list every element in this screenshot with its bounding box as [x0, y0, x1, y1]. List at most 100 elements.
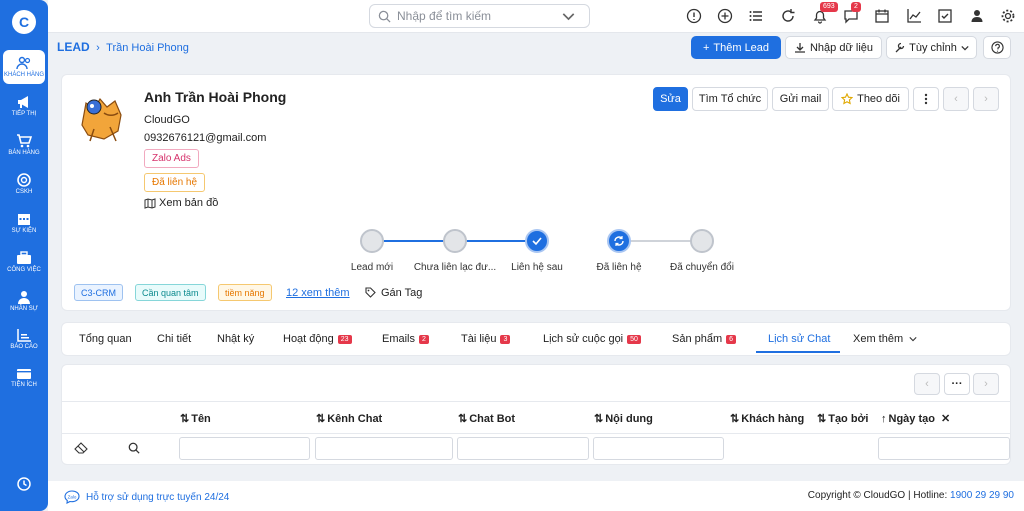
top-bar: Nhập để tìm kiếm 693 2: [48, 0, 1024, 33]
search-input[interactable]: Nhập để tìm kiếm: [397, 9, 491, 23]
notification-bell-icon[interactable]: 693: [812, 2, 838, 24]
breadcrumb: LEAD › Trần Hoài Phong: [57, 40, 189, 54]
assign-tag-button[interactable]: Gán Tag: [359, 284, 428, 301]
pipeline-stage-3[interactable]: [525, 229, 549, 253]
wrench-icon: [895, 42, 905, 53]
add-lead-button[interactable]: + Thêm Lead: [691, 36, 781, 59]
next-record-button[interactable]: ›: [973, 87, 999, 111]
follow-button[interactable]: Theo dõi: [832, 87, 909, 111]
tab-details[interactable]: Chi tiết: [157, 333, 191, 345]
tab-emails[interactable]: Emails 2: [382, 333, 429, 345]
crm-tag[interactable]: tiềm năng: [218, 284, 272, 301]
column-header-customer[interactable]: ⇅ Khách hàng: [730, 412, 804, 426]
more-options-button[interactable]: [913, 87, 939, 111]
app-logo[interactable]: C: [12, 10, 36, 34]
sidebar-item-tasks[interactable]: CÔNG VIỆC: [3, 245, 45, 279]
edit-button[interactable]: Sửa: [653, 87, 688, 111]
clear-filter-eraser-icon[interactable]: [74, 442, 88, 457]
sidebar-history-button[interactable]: [3, 468, 45, 502]
download-icon: [794, 42, 805, 53]
tab-chat-history[interactable]: Lịch sử Chat: [768, 333, 830, 345]
tab-journal[interactable]: Nhật ký: [217, 333, 254, 345]
pipeline-stage-4[interactable]: [607, 229, 631, 253]
lead-contact[interactable]: 0932676121@gmail.com: [144, 132, 266, 144]
column-header-content[interactable]: ⇅ Nội dung: [594, 412, 653, 426]
calendar-icon[interactable]: [874, 8, 890, 24]
chevron-right-icon: ›: [984, 93, 988, 105]
help-button[interactable]: [983, 36, 1011, 59]
settings-gear-icon[interactable]: [1000, 8, 1016, 24]
global-search[interactable]: Nhập để tìm kiếm: [369, 4, 590, 28]
column-header-created-by[interactable]: ⇅ Tạo bởi: [817, 412, 868, 426]
chevron-down-icon: [909, 337, 917, 342]
sidebar-item-customers[interactable]: KHÁCH HÀNG: [3, 50, 45, 84]
tab-products[interactable]: Sản phẩm 6: [672, 333, 737, 345]
pipeline-stage-2[interactable]: [443, 229, 467, 253]
breadcrumb-root[interactable]: LEAD: [57, 40, 90, 54]
customize-button[interactable]: Tùy chỉnh: [886, 36, 977, 59]
avatar[interactable]: [74, 85, 132, 147]
lifebuoy-icon: [16, 173, 32, 187]
clear-sort-icon[interactable]: ✕: [941, 412, 950, 425]
filter-created-date-input[interactable]: [878, 437, 1010, 460]
previous-record-button[interactable]: ‹: [943, 87, 969, 111]
sidebar-item-utilities[interactable]: TIỆN ÍCH: [3, 360, 45, 394]
filter-channel-input[interactable]: [315, 437, 453, 460]
map-icon: [144, 197, 156, 209]
crm-tag[interactable]: C3-CRM: [74, 284, 123, 301]
table-options-button[interactable]: ···: [944, 373, 970, 395]
hotline-number[interactable]: 1900 29 29 90: [950, 490, 1014, 501]
send-mail-button[interactable]: Gửi mail: [772, 87, 829, 111]
tab-call-history[interactable]: Lịch sử cuộc gọi 50: [543, 333, 641, 345]
filter-name-input[interactable]: [179, 437, 310, 460]
column-header-created-date[interactable]: ↑ Ngày tạo ✕: [881, 412, 950, 426]
chevron-down-icon: [562, 12, 575, 20]
tab-overview[interactable]: Tổng quan: [79, 333, 132, 345]
chat-icon[interactable]: 2: [843, 2, 861, 24]
sort-icon: ⇅: [817, 413, 827, 425]
list-icon[interactable]: [748, 8, 764, 24]
pipeline-label: Đã liên hệ: [596, 262, 642, 273]
sort-icon: ⇅: [180, 413, 190, 425]
sidebar-item-reports[interactable]: BÁO CÁO: [3, 322, 45, 356]
column-header-name[interactable]: ⇅ Tên: [180, 412, 211, 426]
task-check-icon[interactable]: [937, 8, 953, 24]
filter-chatbot-input[interactable]: [457, 437, 589, 460]
tab-activities[interactable]: Hoạt động 23: [283, 333, 352, 345]
add-icon[interactable]: [717, 8, 733, 24]
previous-page-button[interactable]: ‹: [914, 373, 940, 395]
support-link[interactable]: Zalo Hỗ trợ sử dụng trực tuyến 24/24: [64, 490, 229, 504]
filter-search-icon[interactable]: [128, 442, 140, 457]
column-header-chatbot[interactable]: ⇅ Chat Bot: [458, 412, 515, 426]
source-tag: Zalo Ads: [144, 149, 199, 168]
import-data-button[interactable]: Nhập dữ liệu: [785, 36, 882, 59]
refresh-icon[interactable]: [780, 8, 796, 24]
filter-content-input[interactable]: [593, 437, 724, 460]
user-icon[interactable]: [969, 8, 985, 24]
view-map-link[interactable]: Xem bản đồ: [144, 197, 218, 209]
count-badge: 2: [419, 334, 429, 344]
sidebar-item-events[interactable]: SỰ KIỆN: [3, 206, 45, 240]
tab-documents[interactable]: Tài liệu 3: [461, 333, 511, 345]
chevron-down-icon: [961, 45, 969, 50]
table-header: ⇅ Tên ⇅ Kênh Chat ⇅ Chat Bot ⇅ Nội dung ⇅ Khá…: [62, 401, 1010, 434]
count-badge: 6: [726, 334, 737, 344]
pipeline-stage-1[interactable]: [360, 229, 384, 253]
sidebar-item-marketing[interactable]: TIẾP THỊ: [3, 89, 45, 123]
megaphone-icon: [16, 95, 32, 109]
alert-icon[interactable]: [686, 8, 702, 24]
column-header-channel[interactable]: ⇅ Kênh Chat: [316, 412, 382, 426]
sidebar-item-hr[interactable]: NHÂN SỰ: [3, 284, 45, 318]
sidebar-item-support[interactable]: CSKH: [3, 167, 45, 201]
pipeline-stage-5[interactable]: [690, 229, 714, 253]
more-horizontal-icon: ···: [951, 378, 963, 390]
sidebar-label: TIẾP THỊ: [11, 111, 37, 117]
crm-tag[interactable]: Cần quan tâm: [135, 284, 206, 301]
footer: Zalo Hỗ trợ sử dụng trực tuyến 24/24 Cop…: [48, 481, 1024, 511]
find-organization-button[interactable]: Tìm Tổ chức: [692, 87, 768, 111]
next-page-button[interactable]: ›: [973, 373, 999, 395]
tab-more[interactable]: Xem thêm: [853, 333, 919, 345]
sidebar-item-sales[interactable]: BÁN HÀNG: [3, 128, 45, 162]
chart-line-icon[interactable]: [906, 8, 922, 24]
more-tags-link[interactable]: 12 xem thêm: [280, 284, 356, 301]
